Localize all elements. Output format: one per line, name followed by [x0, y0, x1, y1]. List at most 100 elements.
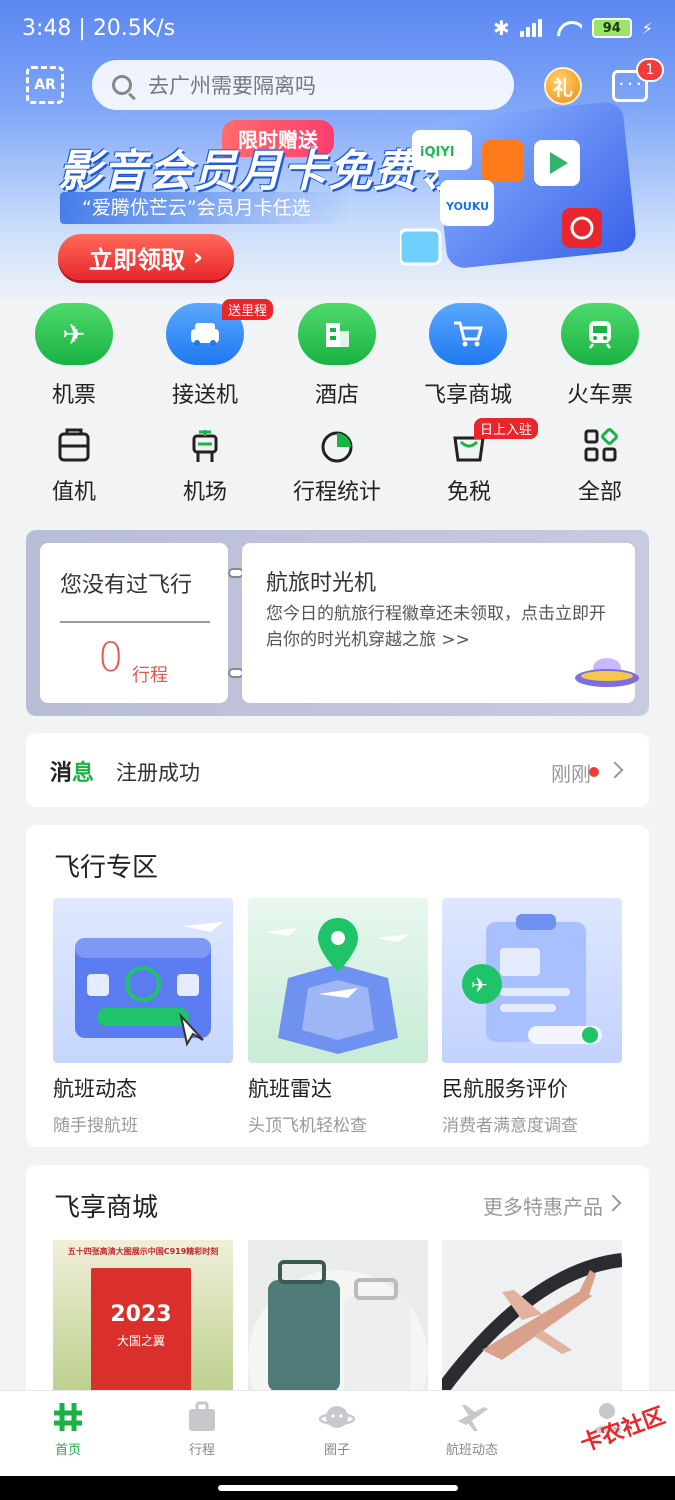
- feature-subtitle: 随手搜航班: [53, 1116, 138, 1136]
- bottom-nav: 首页 行程 圈子 航班动态 我的: [0, 1390, 675, 1476]
- claim-button[interactable]: 立即领取 ›: [58, 234, 234, 280]
- service-review-illustration: ✈: [442, 898, 622, 1063]
- network-speed: 20.5K/s: [92, 16, 176, 41]
- tab-label: 航班动态: [445, 1443, 498, 1458]
- message-text: 注册成功: [116, 761, 200, 785]
- product-caption: 五十四张高清大图展示中国C919精彩时刻: [67, 1247, 219, 1256]
- iqiyi-logo-text: iQIYI: [420, 145, 455, 160]
- tab-home[interactable]: 首页: [13, 1401, 123, 1458]
- claim-button-label: 立即领取: [89, 245, 186, 274]
- chevron-right-icon: [606, 761, 624, 779]
- signal-icon: [519, 19, 546, 37]
- flight-status-illustration: [53, 898, 233, 1063]
- menu-item-airport[interactable]: 机场: [150, 428, 260, 506]
- transfer-promo-badge: 送里程: [222, 299, 274, 320]
- ufo-icon: [575, 658, 639, 687]
- menu-item-dutyfree[interactable]: 免税: [414, 428, 524, 506]
- search-placeholder: 去广州需要隔离吗: [148, 74, 316, 98]
- hotel-icon: [298, 303, 376, 365]
- tab-community[interactable]: 圈子: [282, 1401, 392, 1458]
- menu-item-hotel[interactable]: 酒店: [287, 303, 387, 409]
- suitcase-icon: [184, 1401, 220, 1433]
- menu-label: 飞享商城: [423, 383, 512, 408]
- more-products-link[interactable]: 更多特惠产品: [483, 1191, 603, 1220]
- feature-service-review[interactable]: ✈ 民航服务评价 消费者满意度调查: [442, 898, 622, 1136]
- tab-label: 圈子: [323, 1443, 350, 1458]
- calendar-title: 大国之翼: [116, 1334, 165, 1348]
- feature-title: 航班雷达: [248, 1077, 332, 1101]
- message-bar[interactable]: 消息 注册成功 刚刚: [26, 733, 649, 807]
- hero-banner: 3:48 | 20.5K/s ✱ 94 ⚡ AR 去广州需要隔离吗 礼 1 限时…: [0, 0, 675, 300]
- trip-unit: 行程: [132, 665, 168, 686]
- menu-label: 值机: [51, 480, 96, 505]
- dutyfree-promo-badge: 日上入驻: [474, 418, 539, 439]
- product-luggage[interactable]: [248, 1240, 428, 1400]
- unread-dot: [589, 767, 599, 777]
- chevron-right-icon: [604, 1194, 622, 1212]
- product-calendar[interactable]: 五十四张高清大图展示中国C919精彩时刻 2023 大国之翼: [53, 1240, 233, 1400]
- train-icon: [561, 303, 639, 365]
- tab-label: 首页: [54, 1443, 81, 1458]
- menu-label: 火车票: [566, 383, 633, 408]
- ar-scan-button[interactable]: AR: [26, 66, 64, 104]
- menu-item-flights[interactable]: ✈ 机票: [24, 303, 124, 409]
- home-indicator[interactable]: [218, 1485, 458, 1491]
- status-time: 3:48: [22, 16, 72, 41]
- feature-flight-status[interactable]: 航班动态 随手搜航班: [53, 898, 233, 1136]
- menu-label: 全部: [577, 480, 622, 505]
- plane-icon: ✈: [35, 303, 113, 365]
- planet-icon: [318, 1401, 356, 1433]
- flight-time-card[interactable]: 您没有过飞行 0 行程 航旅时光机 您今日的航旅行程徽章还未领取，点击立即开启你…: [26, 530, 649, 716]
- feature-title: 民航服务评价: [442, 1077, 568, 1101]
- menu-label: 酒店: [314, 383, 359, 408]
- luggage-illustration: [248, 1260, 428, 1400]
- no-flight-text: 您没有过飞行: [60, 573, 193, 598]
- menu-label: 接送机: [171, 383, 238, 408]
- menu-item-checkin[interactable]: 值机: [19, 428, 129, 506]
- feature-subtitle: 消费者满意度调查: [442, 1116, 578, 1136]
- divider: [60, 621, 210, 623]
- menu-label: 免税: [446, 480, 491, 505]
- flight-zone-section: 飞行专区 航班动态 随手搜航班 航班雷达 头顶飞机轻松查 ✈ 民航服务评价 消费…: [26, 825, 649, 1147]
- message-logo: 消息: [50, 761, 95, 786]
- feature-title: 航班动态: [53, 1077, 137, 1101]
- menu-item-mall[interactable]: 飞享商城: [418, 303, 518, 409]
- tab-flight-status[interactable]: 航班动态: [417, 1401, 527, 1458]
- tab-trips[interactable]: 行程: [147, 1401, 257, 1458]
- menu-label: 机场: [182, 480, 227, 505]
- mall-section: 飞享商城 更多特惠产品 五十四张高清大图展示中国C919精彩时刻 2023 大国…: [26, 1165, 649, 1405]
- trip-count: 0: [98, 635, 124, 681]
- time-machine-title: 航旅时光机: [266, 571, 377, 596]
- section-title: 飞享商城: [54, 1193, 159, 1223]
- charging-icon: ⚡: [641, 18, 653, 38]
- youku-logo-text: YOUKU: [445, 200, 489, 213]
- feature-flight-radar[interactable]: 航班雷达 头顶飞机轻松查: [248, 898, 428, 1136]
- chevron-right-icon: ›: [193, 243, 203, 271]
- search-icon: [112, 75, 132, 95]
- airport-icon: [185, 428, 225, 464]
- product-plane-model[interactable]: [442, 1240, 622, 1400]
- message-badge: 1: [636, 58, 664, 82]
- home-icon: [50, 1401, 86, 1433]
- checkin-icon: [54, 428, 94, 464]
- plane-model-illustration: [442, 1253, 622, 1395]
- plane-icon: [454, 1401, 490, 1433]
- flight-count-panel: 您没有过飞行 0 行程: [40, 543, 228, 703]
- promo-illustration: iQIYI YOUKU: [400, 102, 636, 268]
- bluetooth-icon: ✱: [493, 16, 510, 40]
- feature-subtitle: 头顶飞机轻松查: [248, 1116, 367, 1136]
- status-bar: 3:48 | 20.5K/s ✱ 94 ⚡: [22, 16, 653, 41]
- menu-label: 机票: [51, 383, 96, 408]
- battery-icon: 94: [591, 18, 632, 38]
- message-time: 刚刚: [551, 762, 591, 786]
- wifi-icon: [556, 19, 582, 37]
- menu-item-stats[interactable]: 行程统计: [282, 428, 392, 506]
- menu-item-all[interactable]: 全部: [545, 428, 655, 506]
- pie-chart-icon: [317, 428, 357, 464]
- flight-radar-illustration: [248, 898, 428, 1063]
- menu-label: 行程统计: [292, 480, 381, 505]
- svg-text:✈: ✈: [471, 973, 488, 997]
- grid-icon: [580, 428, 620, 464]
- menu-item-train[interactable]: 火车票: [550, 303, 650, 409]
- time-machine-desc: 您今日的航旅行程徽章还未领取，点击立即开启你的时光机穿越之旅 >>: [266, 604, 606, 650]
